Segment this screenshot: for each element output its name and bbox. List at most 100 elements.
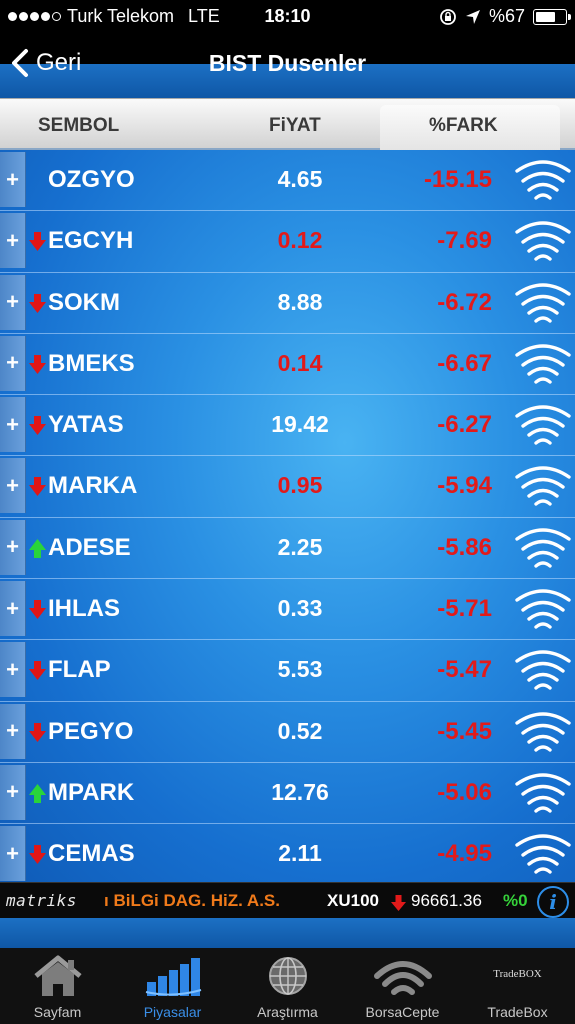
- wifi-icon[interactable]: [514, 527, 572, 571]
- down-arrow-icon: [29, 845, 46, 865]
- up-arrow-icon: [29, 783, 46, 803]
- wifi-icon[interactable]: [514, 711, 572, 755]
- stock-row[interactable]: + MPARK 12.76 -5.06: [0, 763, 575, 825]
- price: 4.65: [277, 166, 323, 192]
- down-arrow-icon: [29, 232, 46, 252]
- symbol: FLAP: [48, 656, 111, 684]
- price: 0.52: [277, 717, 323, 744]
- symbol: OZGYO: [48, 166, 135, 193]
- stock-row[interactable]: + BMEKS 0.14 -6.67: [0, 334, 575, 396]
- price: 2.25: [277, 533, 323, 560]
- stock-row[interactable]: + MARKA 0.95 -5.94: [0, 456, 575, 518]
- column-price[interactable]: FiYAT: [269, 115, 321, 137]
- change-percent: -5.86: [437, 533, 492, 561]
- price: 0.12: [277, 227, 323, 254]
- wifi-icon[interactable]: [514, 833, 572, 877]
- battery-icon: [533, 8, 571, 25]
- down-arrow-icon: [29, 416, 46, 436]
- tab-tradebox[interactable]: TradeBOX TradeBox: [460, 948, 575, 1024]
- expand-button[interactable]: +: [0, 335, 26, 391]
- wifi-icon[interactable]: [514, 404, 572, 448]
- matriks-logo: matriks: [6, 891, 77, 910]
- stock-row[interactable]: + OZGYO 4.65 -15.15: [0, 150, 575, 212]
- stock-row[interactable]: + FLAP 5.53 -5.47: [0, 640, 575, 702]
- column-change-tab[interactable]: %FARK: [380, 105, 560, 151]
- expand-button[interactable]: +: [0, 274, 26, 330]
- status-right-group: %67: [439, 6, 571, 27]
- stock-list[interactable]: + OZGYO 4.65 -15.15 + EGCYH 0.12 -7.69 + SOKM 8.88…: [0, 150, 575, 882]
- wifi-icon[interactable]: [514, 343, 572, 387]
- expand-button[interactable]: +: [0, 581, 26, 637]
- stock-row[interactable]: + ADESE 2.25 -5.86: [0, 518, 575, 580]
- expand-button[interactable]: +: [0, 213, 26, 269]
- symbol: PEGYO: [48, 717, 134, 745]
- home-icon: [33, 955, 82, 996]
- wifi-icon[interactable]: [514, 220, 572, 264]
- globe-icon: [268, 957, 307, 995]
- expand-button[interactable]: +: [0, 397, 26, 453]
- stock-row[interactable]: + CEMAS 2.11 -4.95: [0, 824, 575, 882]
- stock-row[interactable]: + PEGYO 0.52 -5.45: [0, 702, 575, 763]
- tab-piyasalar[interactable]: Piyasalar: [115, 948, 230, 1024]
- signal-icon: [373, 961, 432, 995]
- price: 2.11: [278, 840, 322, 867]
- expand-button[interactable]: +: [0, 826, 26, 882]
- change-percent: -5.47: [437, 656, 492, 684]
- symbol: EGCYH: [48, 227, 134, 255]
- symbol: BMEKS: [48, 349, 135, 377]
- index-down-arrow-icon: [391, 895, 406, 911]
- stock-row[interactable]: + YATAS 19.42 -6.27: [0, 395, 575, 457]
- wifi-icon[interactable]: [514, 159, 572, 203]
- change-percent: -6.67: [437, 349, 492, 377]
- navigation-bar: Geri BIST Dusenler: [0, 34, 575, 98]
- change-percent: -7.69: [437, 227, 492, 255]
- location-arrow-icon: [465, 9, 480, 24]
- rotation-lock-icon: [440, 8, 456, 25]
- symbol: IHLAS: [48, 595, 120, 623]
- tab-label: Araştırma: [257, 1004, 318, 1020]
- tab-sayfam[interactable]: Sayfam: [0, 948, 115, 1024]
- symbol: YATAS: [48, 411, 124, 439]
- price: 8.88: [277, 288, 323, 315]
- index-change: %0: [503, 891, 528, 910]
- column-symbol[interactable]: SEMBOL: [38, 115, 119, 137]
- up-arrow-icon: [29, 538, 46, 558]
- down-arrow-icon: [29, 293, 46, 313]
- wifi-icon[interactable]: [514, 465, 572, 509]
- expand-button[interactable]: +: [0, 764, 26, 820]
- wifi-icon[interactable]: [514, 649, 572, 693]
- news-ticker[interactable]: ı BiLGi DAG. HiZ. A.S.: [104, 891, 304, 911]
- page-title: BIST Dusenler: [208, 50, 367, 76]
- expand-button[interactable]: +: [0, 642, 26, 698]
- stock-row[interactable]: + IHLAS 0.33 -5.71: [0, 579, 575, 641]
- price: 19.42: [271, 411, 329, 438]
- stock-row[interactable]: + EGCYH 0.12 -7.69: [0, 211, 575, 273]
- expand-button[interactable]: +: [0, 519, 26, 575]
- battery-percent: %67: [488, 6, 525, 26]
- wifi-icon[interactable]: [514, 282, 572, 326]
- wifi-icon[interactable]: [514, 772, 572, 816]
- background-band: [0, 918, 575, 948]
- expand-button[interactable]: +: [0, 458, 26, 514]
- price: 0.95: [277, 472, 323, 499]
- index-name: XU100: [327, 891, 379, 910]
- price: 5.53: [277, 656, 323, 683]
- wifi-icon[interactable]: [514, 588, 572, 632]
- expand-button[interactable]: +: [0, 152, 26, 207]
- index-value: 96661.36: [411, 891, 482, 910]
- symbol: CEMAS: [48, 840, 135, 868]
- info-icon[interactable]: i: [537, 886, 569, 918]
- symbol: SOKM: [48, 288, 120, 316]
- change-percent: -4.95: [437, 840, 492, 868]
- expand-button[interactable]: +: [0, 703, 26, 759]
- tab-label: TradeBox: [487, 1004, 548, 1020]
- column-header: SEMBOL FiYAT %FARK: [0, 98, 575, 151]
- down-arrow-icon: [29, 477, 46, 497]
- stock-row[interactable]: + SOKM 8.88 -6.72: [0, 273, 575, 334]
- down-arrow-icon: [29, 722, 46, 742]
- tab-label: Sayfam: [33, 1004, 82, 1020]
- down-arrow-icon: [29, 661, 46, 681]
- tab-arastirma[interactable]: Araştırma: [230, 948, 345, 1024]
- change-percent: -5.71: [437, 595, 492, 623]
- tab-borsacepte[interactable]: BorsaCepte: [345, 948, 460, 1024]
